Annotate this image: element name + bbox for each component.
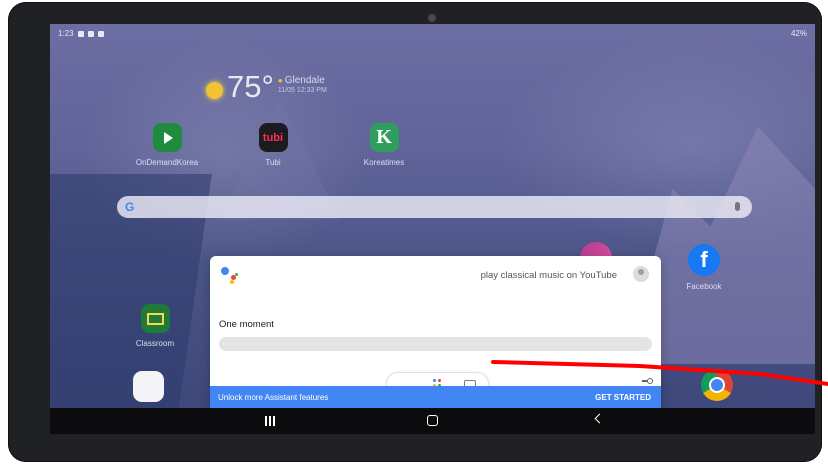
app-label: Facebook [686, 282, 722, 291]
classroom-icon [140, 304, 170, 333]
koreatimes-icon: K [369, 123, 399, 152]
assistant-status: One moment [219, 319, 274, 330]
google-assistant-app-icon[interactable] [133, 371, 164, 402]
battery-percent: 42% [790, 29, 807, 38]
weather-updated-time: 11/05 12:33 PM [277, 87, 327, 94]
settings-icon [97, 30, 104, 37]
loading-placeholder [219, 337, 652, 351]
location-pin-icon: ● [277, 76, 283, 85]
logo-dot [230, 280, 234, 284]
app-label: OnDemandKorea [135, 158, 199, 167]
app-facebook[interactable]: f Facebook [654, 244, 754, 291]
app-label: Tubi [265, 158, 281, 167]
back-icon[interactable] [594, 413, 605, 424]
unlock-banner: Unlock more Assistant features GET START… [210, 386, 661, 408]
chrome-icon[interactable] [701, 369, 733, 401]
status-bar: 1:23 42% [50, 24, 815, 42]
recents-icon[interactable] [265, 416, 275, 426]
avatar[interactable] [633, 266, 649, 282]
front-camera [428, 14, 436, 22]
clock: 1:23 [58, 29, 74, 38]
assistant-query: play classical music on YouTube [480, 270, 617, 281]
facebook-icon: f [688, 244, 720, 276]
unlock-text: Unlock more Assistant features [218, 393, 329, 402]
logo-dot [221, 267, 229, 275]
app-ondemandkorea[interactable]: OnDemandKorea [117, 123, 217, 167]
notification-icon [87, 30, 94, 37]
notification-icon [77, 30, 84, 37]
app-koreatimes[interactable]: K Koreatimes [334, 123, 434, 167]
explore-icon[interactable] [642, 377, 653, 385]
get-started-button[interactable]: GET STARTED [595, 393, 651, 402]
weather-widget[interactable]: 75° ● Glendale 11/05 12:33 PM [206, 69, 327, 104]
navigation-bar [50, 408, 815, 434]
location-name: Glendale [284, 75, 325, 86]
temperature: 75° [227, 69, 274, 104]
board-icon [146, 312, 164, 325]
battery-status: 42% [791, 29, 807, 38]
app-label: Classroom [135, 339, 175, 348]
google-assistant-logo-icon [221, 267, 243, 284]
app-label: Koreatimes [363, 158, 405, 167]
tubi-icon: tubi [258, 123, 288, 152]
google-search-bar[interactable]: G [117, 196, 752, 218]
play-icon [164, 131, 173, 144]
home-icon[interactable] [427, 415, 438, 426]
google-logo-icon: G [125, 200, 135, 214]
app-tubi[interactable]: tubi Tubi [223, 123, 323, 167]
logo-dot [235, 273, 238, 276]
tablet-frame: 1:23 42% 75° ● Glendale 11/05 12:33 PM O… [8, 2, 822, 462]
app-classroom[interactable]: Classroom [105, 304, 205, 348]
sun-icon [206, 82, 223, 99]
status-left: 1:23 [58, 29, 104, 38]
ondemandkorea-icon [152, 123, 182, 152]
weather-location: ● Glendale [278, 75, 327, 86]
weather-details: ● Glendale 11/05 12:33 PM [278, 75, 327, 94]
microphone-icon[interactable] [735, 202, 740, 211]
home-screen: 1:23 42% 75° ● Glendale 11/05 12:33 PM O… [50, 24, 815, 434]
